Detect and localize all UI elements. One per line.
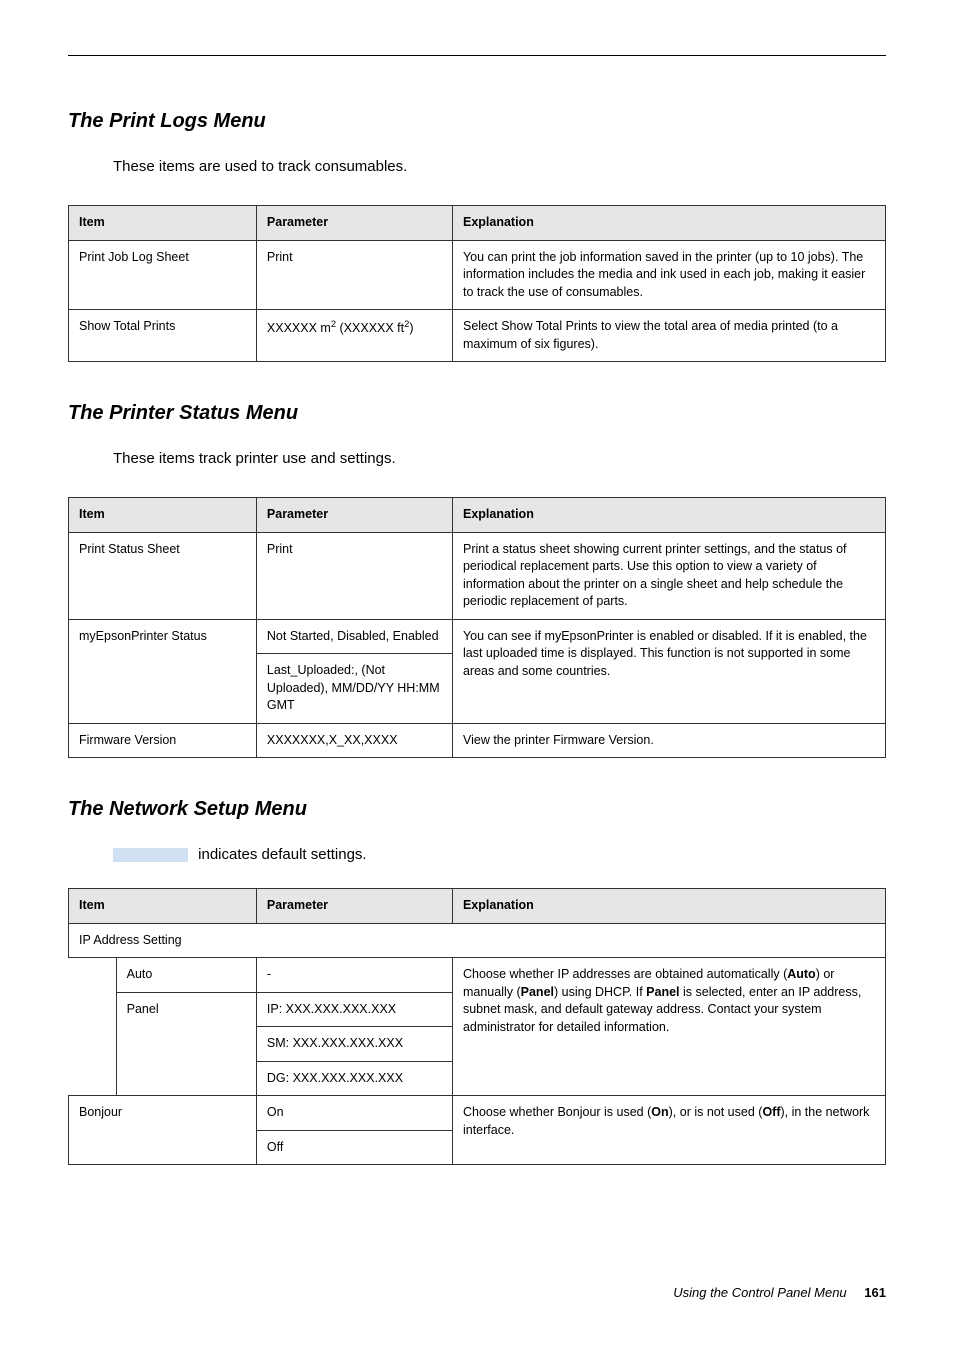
cell-parameter: XXXXXX m2 (XXXXXX ft2) [256, 310, 452, 362]
cell-item: Bonjour [69, 1096, 257, 1165]
table-row: Firmware Version XXXXXXX,X_XX,XXXX View … [69, 723, 886, 758]
cell-explanation: Choose whether Bonjour is used (On), or … [452, 1096, 885, 1165]
table-row: Print Status Sheet Print Print a status … [69, 532, 886, 619]
exp-bold: Off [762, 1105, 780, 1119]
network-setup-title: The Network Setup Menu [68, 798, 886, 821]
table-row: IP Address Setting [69, 923, 886, 958]
cell-item: Panel [116, 992, 256, 1096]
top-rule [68, 55, 886, 56]
param-text: XXXXXX m [267, 321, 331, 335]
cell-parameter: XXXXXXX,X_XX,XXXX [256, 723, 452, 758]
footer-text: Using the Control Panel Menu [673, 1285, 846, 1300]
print-logs-intro: These items are used to track consumable… [113, 158, 886, 175]
cell-parameter: Off [256, 1130, 452, 1165]
cell-parameter: Print [256, 240, 452, 310]
table-row: myEpsonPrinter Status Not Started, Disab… [69, 619, 886, 654]
exp-bold: Panel [646, 985, 679, 999]
param-text: (XXXXXX ft [336, 321, 404, 335]
cell-item: Show Total Prints [69, 310, 257, 362]
cell-explanation: You can print the job information saved … [452, 240, 885, 310]
printer-status-intro: These items track printer use and settin… [113, 450, 886, 467]
printer-status-title: The Printer Status Menu [68, 402, 886, 425]
header-explanation: Explanation [452, 498, 885, 533]
default-settings-note: indicates default settings. [113, 846, 886, 863]
header-item: Item [69, 498, 257, 533]
cell-parameter: Print [256, 532, 452, 619]
content: The Print Logs Menu These items are used… [0, 0, 954, 1165]
table-header-row: Item Parameter Explanation [69, 889, 886, 924]
exp-text: ), or is not used ( [669, 1105, 763, 1119]
table-row: Bonjour On Choose whether Bonjour is use… [69, 1096, 886, 1131]
cell-item: Print Status Sheet [69, 532, 257, 619]
cell-parameter: - [256, 958, 452, 993]
cell-explanation: Select Show Total Prints to view the tot… [452, 310, 885, 362]
exp-text: ) using DHCP. If [554, 985, 646, 999]
header-explanation: Explanation [452, 206, 885, 241]
exp-text: Choose whether IP addresses are obtained… [463, 967, 787, 981]
cell-parameter: DG: XXX.XXX.XXX.XXX [256, 1061, 452, 1096]
default-settings-text: indicates default settings. [194, 846, 367, 863]
table-row: Auto - Choose whether IP addresses are o… [69, 958, 886, 993]
header-parameter: Parameter [256, 206, 452, 241]
cell-item: Auto [116, 958, 256, 993]
cell-item: Firmware Version [69, 723, 257, 758]
cell-parameter: Last_Uploaded:, (Not Uploaded), MM/DD/YY… [256, 654, 452, 724]
default-color-box [113, 848, 188, 862]
cell-explanation: Choose whether IP addresses are obtained… [452, 958, 885, 1096]
exp-bold: On [651, 1105, 668, 1119]
header-parameter: Parameter [256, 498, 452, 533]
ip-address-setting-label: IP Address Setting [69, 923, 886, 958]
exp-bold: Panel [521, 985, 554, 999]
header-item: Item [69, 206, 257, 241]
footer: Using the Control Panel Menu 161 [673, 1285, 886, 1300]
indent-spacer [69, 958, 117, 1096]
cell-item: myEpsonPrinter Status [69, 619, 257, 723]
cell-explanation: You can see if myEpsonPrinter is enabled… [452, 619, 885, 723]
header-item: Item [69, 889, 257, 924]
header-explanation: Explanation [452, 889, 885, 924]
cell-parameter: On [256, 1096, 452, 1131]
page-number: 161 [864, 1285, 886, 1300]
table-row: Show Total Prints XXXXXX m2 (XXXXXX ft2)… [69, 310, 886, 362]
network-setup-table: Item Parameter Explanation IP Address Se… [68, 888, 886, 1165]
cell-explanation: View the printer Firmware Version. [452, 723, 885, 758]
param-text: ) [409, 321, 413, 335]
table-header-row: Item Parameter Explanation [69, 498, 886, 533]
header-parameter: Parameter [256, 889, 452, 924]
table-row: Print Job Log Sheet Print You can print … [69, 240, 886, 310]
cell-parameter: IP: XXX.XXX.XXX.XXX [256, 992, 452, 1027]
table-header-row: Item Parameter Explanation [69, 206, 886, 241]
exp-bold: Auto [787, 967, 815, 981]
exp-text: Choose whether Bonjour is used ( [463, 1105, 651, 1119]
cell-parameter: SM: XXX.XXX.XXX.XXX [256, 1027, 452, 1062]
cell-explanation: Print a status sheet showing current pri… [452, 532, 885, 619]
printer-status-table: Item Parameter Explanation Print Status … [68, 497, 886, 758]
cell-parameter: Not Started, Disabled, Enabled [256, 619, 452, 654]
print-logs-table: Item Parameter Explanation Print Job Log… [68, 205, 886, 362]
print-logs-title: The Print Logs Menu [68, 110, 886, 133]
cell-item: Print Job Log Sheet [69, 240, 257, 310]
